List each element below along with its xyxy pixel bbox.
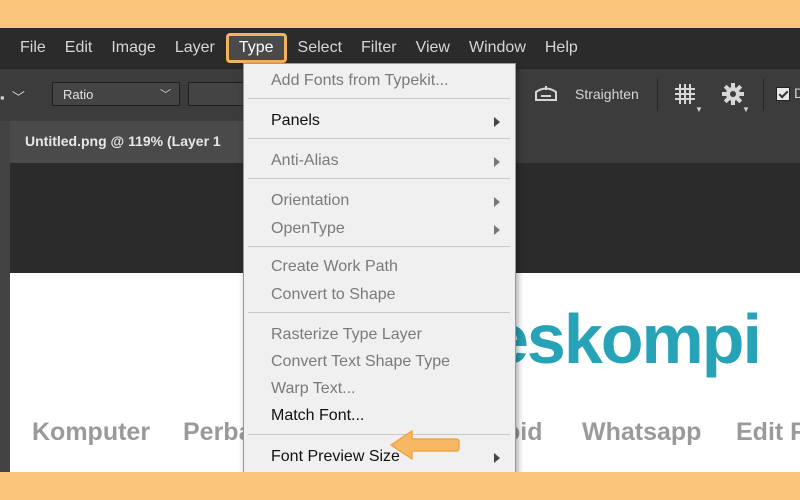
menu-item-convert-to-shape[interactable]: Convert to Shape <box>244 282 515 308</box>
horizon-level-icon[interactable] <box>533 83 559 105</box>
menu-item-panels[interactable]: Panels <box>244 108 515 134</box>
pointer-arrow-icon <box>390 430 460 460</box>
menu-select[interactable]: Select <box>290 33 350 63</box>
photoshop-window: File Edit Image Layer Type Select Filter… <box>0 28 800 472</box>
nav-text-komputer: Komputer <box>32 418 151 446</box>
logo-text: eskompi <box>490 300 762 378</box>
settings-caret-icon[interactable]: ▼ <box>742 105 750 114</box>
straighten-button[interactable]: Straighten <box>575 86 639 102</box>
menu-separator <box>248 434 510 435</box>
menu-view[interactable]: View <box>408 33 458 63</box>
menu-edit[interactable]: Edit <box>57 33 101 63</box>
submenu-arrow-icon <box>494 453 500 463</box>
menu-window[interactable]: Window <box>461 33 534 63</box>
menu-item-match-font[interactable]: Match Font... <box>244 403 515 429</box>
menu-item-label: Convert to Shape <box>271 286 396 303</box>
type-menu-dropdown: Add Fonts from Typekit... Panels Anti-Al… <box>243 63 516 472</box>
chevron-down-icon: ﹀ <box>160 89 171 101</box>
menu-separator <box>248 138 510 139</box>
submenu-arrow-icon <box>494 157 500 167</box>
toolbar-divider <box>763 79 764 111</box>
menu-item-label: Orientation <box>271 192 350 209</box>
menu-item-create-work-path[interactable]: Create Work Path <box>244 254 515 280</box>
nav-text-edit: Edit F <box>736 418 800 446</box>
ratio-width-input[interactable] <box>188 82 248 106</box>
menu-item-label: Warp Text... <box>271 380 356 397</box>
left-panel-strip <box>0 121 10 472</box>
tool-preset-chevron-icon[interactable]: ▪ ﹀ <box>0 87 25 106</box>
menu-item-label: Create Work Path <box>271 258 398 275</box>
menu-separator <box>248 246 510 247</box>
menu-help[interactable]: Help <box>537 33 586 63</box>
menu-item-orientation[interactable]: Orientation <box>244 188 515 214</box>
document-tab-title: Untitled.png @ 119% (Layer 1 <box>25 133 221 149</box>
menu-item-opentype[interactable]: OpenType <box>244 216 515 242</box>
menu-item-label: Anti-Alias <box>271 152 339 169</box>
menu-item-label: OpenType <box>271 220 345 237</box>
menu-separator <box>248 98 510 99</box>
grid-overlay-icon[interactable] <box>673 82 697 106</box>
menu-item-warp-text[interactable]: Warp Text... <box>244 376 515 402</box>
ratio-select-value: Ratio <box>63 87 94 102</box>
menu-item-font-preview-size[interactable]: Font Preview Size <box>244 444 515 470</box>
checkbox-label: D <box>794 85 800 101</box>
grid-options-caret-icon[interactable]: ▼ <box>695 105 703 114</box>
delete-cropped-checkbox[interactable] <box>776 87 790 101</box>
menu-file[interactable]: File <box>12 33 54 63</box>
menu-layer[interactable]: Layer <box>167 33 223 63</box>
gear-icon[interactable] <box>720 81 746 107</box>
menu-separator <box>248 312 510 313</box>
submenu-arrow-icon <box>494 117 500 127</box>
menu-image[interactable]: Image <box>103 33 163 63</box>
menu-item-rasterize-type-layer[interactable]: Rasterize Type Layer <box>244 322 515 348</box>
menu-item-label: Add Fonts from Typekit... <box>271 72 449 89</box>
menu-item-label: Convert Text Shape Type <box>271 353 451 370</box>
menu-item-label: Font Preview Size <box>271 448 400 465</box>
menu-item-label: Match Font... <box>271 407 365 424</box>
menu-item-anti-alias[interactable]: Anti-Alias <box>244 148 515 174</box>
toolbar-divider <box>657 79 658 111</box>
menu-item-convert-text-shape-type[interactable]: Convert Text Shape Type <box>244 349 515 375</box>
menu-item-label: Rasterize Type Layer <box>271 326 422 343</box>
menu-item-add-fonts[interactable]: Add Fonts from Typekit... <box>244 68 515 94</box>
nav-text-whatsapp: Whatsapp <box>582 418 702 446</box>
ratio-select[interactable]: Ratio ﹀ <box>52 82 180 106</box>
menu-type[interactable]: Type <box>225 33 287 63</box>
submenu-arrow-icon <box>494 225 500 235</box>
menu-filter[interactable]: Filter <box>353 33 405 63</box>
menu-bar: File Edit Image Layer Type Select Filter… <box>0 28 800 68</box>
document-tab[interactable]: Untitled.png @ 119% (Layer 1 <box>10 121 260 163</box>
menu-item-label: Panels <box>271 112 320 129</box>
menu-separator <box>248 178 510 179</box>
submenu-arrow-icon <box>494 197 500 207</box>
